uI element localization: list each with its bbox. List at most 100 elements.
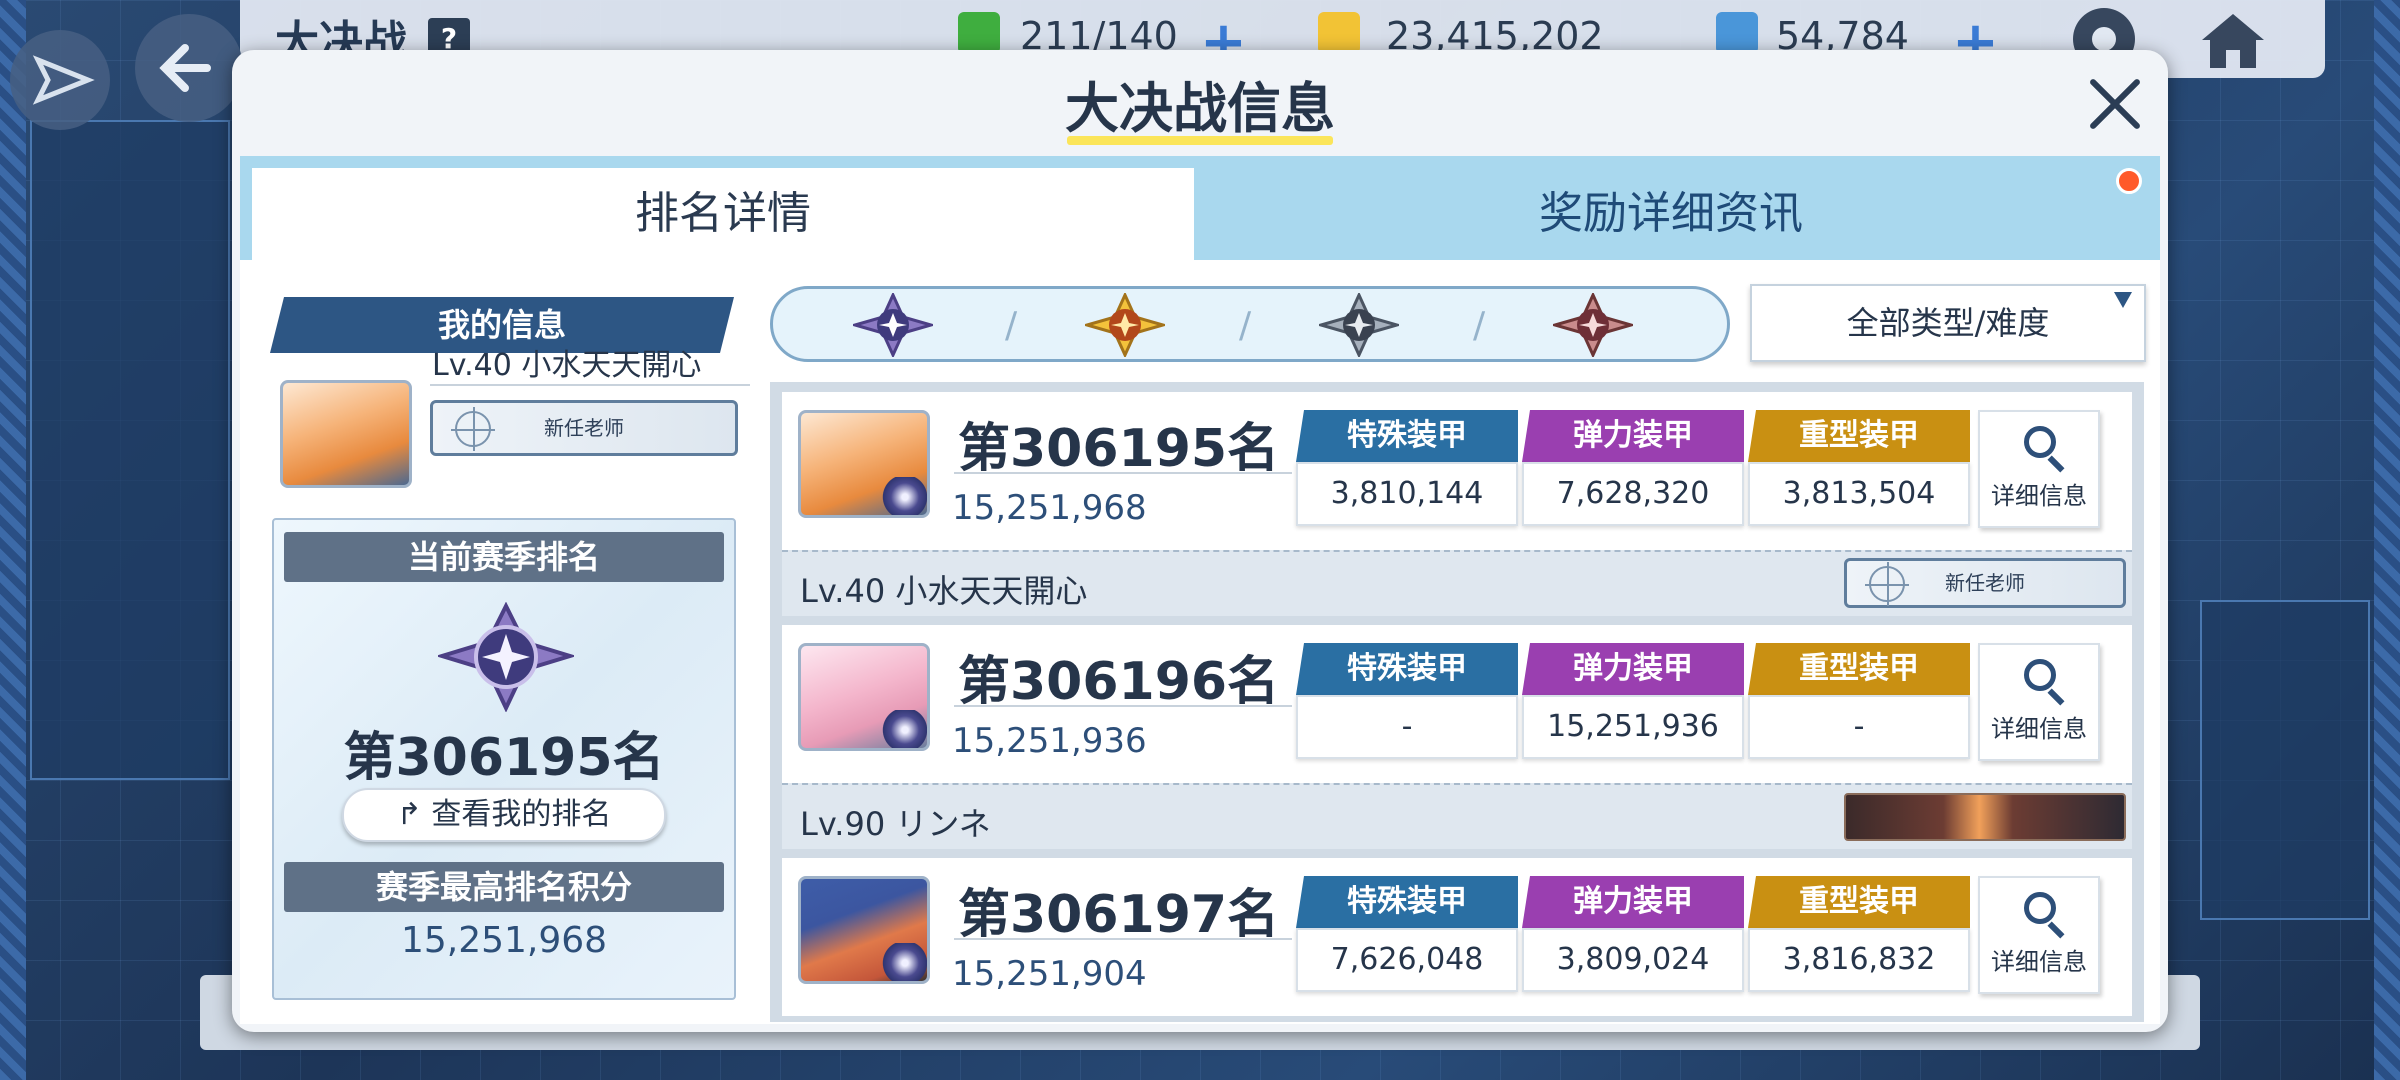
- detail-info-button[interactable]: 详细信息: [1978, 876, 2100, 994]
- view-my-ranking-button[interactable]: ↱ 查看我的排名: [342, 788, 666, 842]
- view-my-ranking-label: 查看我的排名: [431, 797, 612, 832]
- elastic-armor-value: 3,809,024: [1522, 928, 1744, 992]
- heavy-armor-score: 重型装甲 3,813,504: [1748, 410, 1970, 528]
- search-icon: [2024, 892, 2056, 924]
- player-avatar: [798, 410, 930, 518]
- special-armor-score: 特殊装甲 3,810,144: [1296, 410, 1518, 528]
- background-console-right: [2200, 600, 2370, 920]
- tab-reward-details[interactable]: 奖励详细资讯: [1194, 168, 2148, 260]
- player-background-plate: [1844, 793, 2126, 841]
- entry-player: Lv.90 リンネ: [800, 805, 991, 843]
- heavy-armor-value: 3,816,832: [1748, 928, 1970, 992]
- detail-info-label: 详细信息: [1991, 482, 2087, 510]
- tier-badge-icon: [881, 477, 927, 515]
- entry-score: 15,251,936: [952, 721, 1147, 761]
- entry-summary: 第306195名 15,251,968 特殊装甲 3,810,144 弹力装甲 …: [782, 392, 2132, 550]
- tab-panel: 排名详情 奖励详细资讯 我的信息 Lv.40 小水天天開心 新任老师 当前赛季排…: [240, 156, 2160, 1024]
- elastic-armor-label: 弹力装甲: [1522, 410, 1744, 462]
- entry-rank: 第306195名: [958, 419, 1280, 479]
- rank-divider: [954, 472, 1292, 474]
- ranking-entry[interactable]: 第306195名 15,251,968 特殊装甲 3,810,144 弹力装甲 …: [782, 392, 2132, 616]
- elastic-armor-label: 弹力装甲: [1522, 643, 1744, 695]
- my-avatar: [280, 380, 412, 488]
- filter-divider: /: [1005, 305, 1018, 346]
- raid-info-modal: 大决战信息 排名详情 奖励详细资讯 我的信息 Lv.40 小水天天開心 新任老师…: [232, 50, 2168, 1032]
- entry-rank: 第306196名: [958, 652, 1280, 712]
- best-score-value: 15,251,968: [400, 920, 608, 961]
- detail-info-button[interactable]: 详细信息: [1978, 410, 2100, 528]
- special-armor-value: 7,626,048: [1296, 928, 1518, 992]
- back-button[interactable]: [135, 14, 243, 122]
- elastic-armor-value: 7,628,320: [1522, 462, 1744, 526]
- back-arrow-icon: [159, 44, 211, 92]
- title-underline: [1067, 136, 1333, 145]
- crosshair-icon: [1865, 562, 1909, 606]
- insane-tier-icon: [438, 602, 574, 712]
- background-stripe-left: [0, 0, 26, 1080]
- special-armor-label: 特殊装甲: [1296, 876, 1518, 928]
- elastic-armor-score: 弹力装甲 15,251,936: [1522, 643, 1744, 761]
- search-icon: [2024, 659, 2056, 691]
- filter-divider: /: [1239, 305, 1252, 346]
- my-title-plate: 新任老师: [430, 400, 738, 456]
- heavy-armor-label: 重型装甲: [1748, 876, 1970, 928]
- special-armor-value: -: [1296, 695, 1518, 759]
- send-icon: [32, 55, 95, 105]
- elastic-armor-score: 弹力装甲 7,628,320: [1522, 410, 1744, 528]
- player-avatar: [798, 876, 930, 984]
- filter-divider: /: [1473, 305, 1486, 346]
- hardcore-tier-icon[interactable]: [1319, 293, 1399, 357]
- close-icon[interactable]: [2082, 72, 2146, 136]
- background-stripe-right: [2374, 0, 2400, 1080]
- name-divider: [430, 384, 750, 386]
- season-rank-header: 当前赛季排名: [284, 532, 724, 582]
- best-score-header: 赛季最高排名积分: [284, 862, 724, 912]
- player-title-label: 新任老师: [1945, 571, 2025, 595]
- type-difficulty-select[interactable]: 全部类型/难度: [1750, 284, 2146, 362]
- credit-icon: [1318, 12, 1360, 54]
- heavy-armor-label: 重型装甲: [1748, 410, 1970, 462]
- my-rank: 第306195名: [343, 728, 665, 788]
- ranking-entry[interactable]: 第306196名 15,251,936 特殊装甲 - 弹力装甲 15,251,9…: [782, 625, 2132, 849]
- heavy-armor-score: 重型装甲 3,816,832: [1748, 876, 1970, 994]
- special-armor-label: 特殊装甲: [1296, 410, 1518, 462]
- ranking-content: 我的信息 Lv.40 小水天天開心 新任老师 当前赛季排名 第306195名 ↱…: [240, 260, 2160, 1024]
- entry-player: Lv.40 小水天天開心: [800, 572, 1088, 610]
- share-arrow-icon: ↱: [396, 797, 422, 832]
- tier-badge-icon: [881, 943, 927, 981]
- gem-icon: [1716, 12, 1758, 54]
- special-armor-score: 特殊装甲 7,626,048: [1296, 876, 1518, 994]
- entry-summary: 第306197名 15,251,904 特殊装甲 7,626,048 弹力装甲 …: [782, 858, 2132, 1016]
- share-button[interactable]: [10, 30, 110, 130]
- my-name: Lv.40 小水天天開心: [432, 348, 702, 383]
- ap-icon: [958, 12, 1000, 54]
- my-title-label: 新任老师: [544, 416, 624, 440]
- entry-score: 15,251,968: [952, 488, 1147, 528]
- tab-ranking-details[interactable]: 排名详情: [252, 168, 1194, 260]
- detail-info-button[interactable]: 详细信息: [1978, 643, 2100, 761]
- detail-info-label: 详细信息: [1991, 948, 2087, 976]
- heavy-armor-value: 3,813,504: [1748, 462, 1970, 526]
- modal-title: 大决战信息: [1065, 77, 1335, 140]
- detail-info-label: 详细信息: [1991, 715, 2087, 743]
- special-armor-score: 特殊装甲 -: [1296, 643, 1518, 761]
- search-icon: [2024, 426, 2056, 458]
- ranking-entry[interactable]: 第306197名 15,251,904 特殊装甲 7,626,048 弹力装甲 …: [782, 858, 2132, 1022]
- crosshair-icon: [451, 407, 495, 451]
- home-icon[interactable]: [2198, 10, 2268, 70]
- elastic-armor-value: 15,251,936: [1522, 695, 1744, 759]
- entry-score: 15,251,904: [952, 954, 1147, 994]
- player-title-plate: 新任老师: [1844, 558, 2126, 608]
- veryhard-tier-icon[interactable]: [1553, 293, 1633, 357]
- notification-dot: [2116, 168, 2142, 194]
- heavy-armor-label: 重型装甲: [1748, 643, 1970, 695]
- extreme-tier-icon[interactable]: [1085, 293, 1165, 357]
- tier-badge-icon: [881, 710, 927, 748]
- rank-divider: [954, 705, 1292, 707]
- ranking-list: 第306195名 15,251,968 特殊装甲 3,810,144 弹力装甲 …: [770, 382, 2144, 1022]
- heavy-armor-value: -: [1748, 695, 1970, 759]
- rank-divider: [954, 938, 1292, 940]
- background-console: [30, 120, 230, 780]
- special-armor-value: 3,810,144: [1296, 462, 1518, 526]
- insane-tier-icon[interactable]: [853, 293, 933, 357]
